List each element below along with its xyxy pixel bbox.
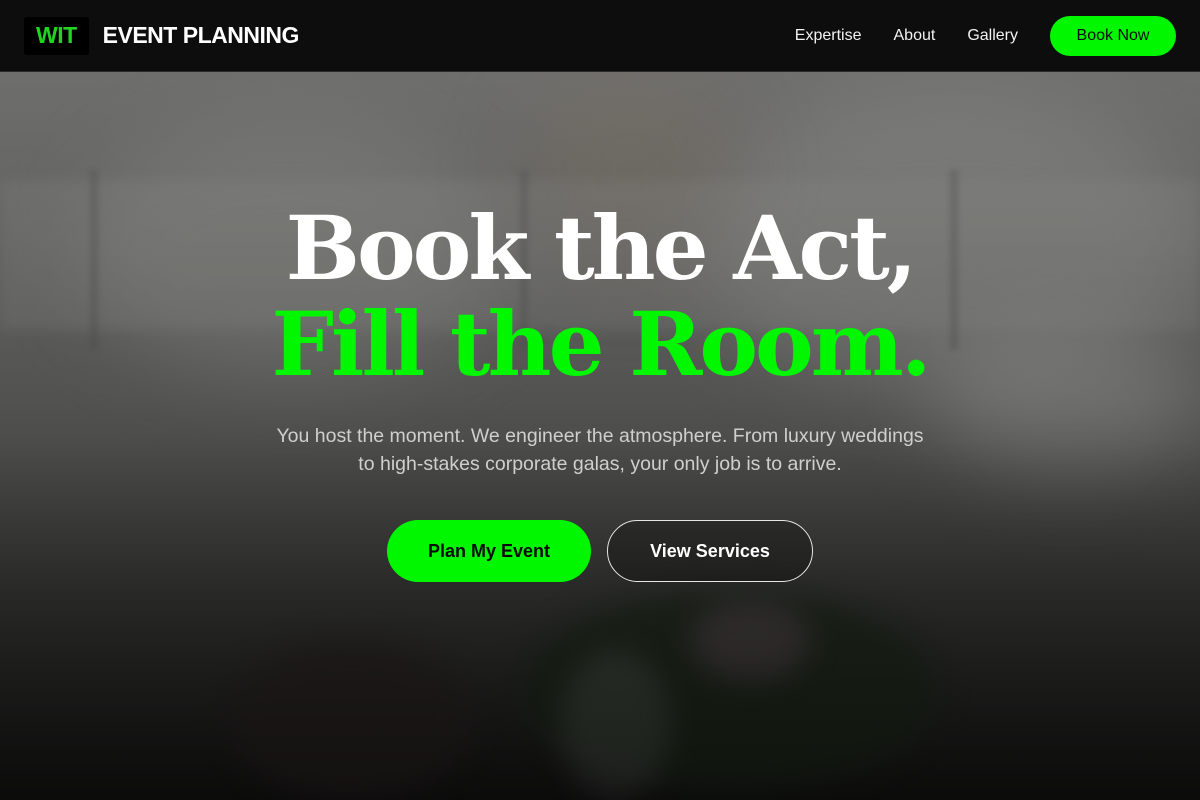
view-services-button[interactable]: View Services — [607, 520, 813, 582]
hero-subtitle: You host the moment. We engineer the atm… — [276, 425, 924, 475]
nav-link-gallery[interactable]: Gallery — [967, 27, 1018, 45]
hero-section: Book the Act, Fill the Room. You host th… — [0, 200, 1200, 582]
nav-link-about[interactable]: About — [894, 27, 936, 45]
plan-my-event-button[interactable]: Plan My Event — [387, 520, 591, 582]
brand-logo[interactable]: WIT EVENT PLANNING — [24, 16, 300, 55]
top-navbar: WIT EVENT PLANNING Expertise About Galle… — [0, 0, 1200, 72]
headline-line-2: Fill the Room. — [271, 292, 932, 396]
hero-cta-row: Plan My Event View Services — [0, 520, 1200, 582]
hero-headline: Book the Act, Fill the Room. — [0, 200, 1200, 392]
nav-links: Expertise About Gallery — [795, 27, 1018, 45]
nav-link-expertise[interactable]: Expertise — [795, 27, 862, 45]
brand-name: EVENT PLANNING — [102, 22, 300, 48]
book-now-button[interactable]: Book Now — [1050, 15, 1176, 56]
headline-line-1: Book the Act, — [285, 196, 918, 300]
logo-mark: WIT — [24, 16, 89, 55]
